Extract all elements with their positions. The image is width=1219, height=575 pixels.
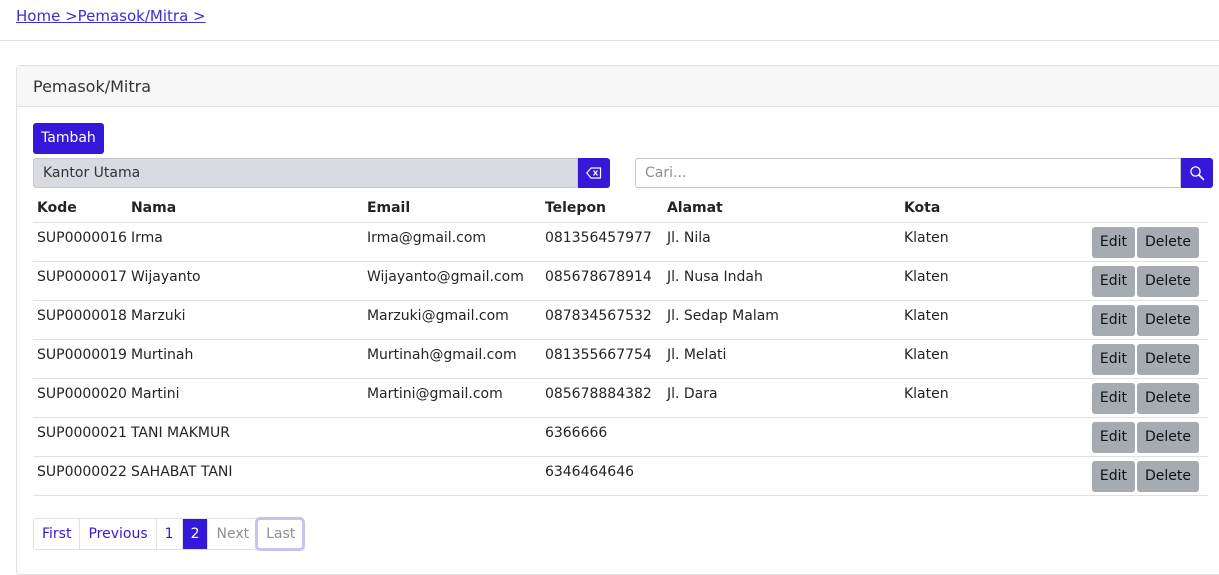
cell-email bbox=[362, 417, 541, 457]
delete-button[interactable]: Delete bbox=[1137, 227, 1199, 258]
cell-actions: Edit Delete bbox=[1049, 378, 1208, 418]
supplier-table: Kode Nama Email Telepon Alamat Kota SUP0… bbox=[33, 194, 1208, 496]
page-last[interactable]: Last bbox=[255, 517, 306, 551]
backspace-icon bbox=[586, 167, 602, 179]
breadcrumb-link[interactable]: Home >Pemasok/Mitra > bbox=[16, 7, 206, 25]
cell-alamat: Jl. Nusa Indah bbox=[662, 261, 900, 301]
header-divider bbox=[0, 40, 1219, 41]
cell-actions: Edit Delete bbox=[1049, 339, 1208, 379]
table-row: SUP0000016 Irma Irma@gmail.com 081356457… bbox=[33, 222, 1208, 262]
cell-alamat bbox=[662, 417, 900, 457]
clear-filter-button[interactable] bbox=[578, 158, 610, 188]
cell-actions: Edit Delete bbox=[1049, 417, 1208, 457]
cell-telepon: 085678678914 bbox=[540, 261, 663, 301]
cell-alamat: Jl. Nila bbox=[662, 222, 900, 262]
delete-button[interactable]: Delete bbox=[1137, 422, 1199, 453]
page-previous[interactable]: Previous bbox=[79, 519, 156, 549]
edit-button[interactable]: Edit bbox=[1091, 344, 1135, 375]
edit-button[interactable]: Edit bbox=[1091, 305, 1135, 336]
cell-kode: SUP0000021 bbox=[33, 417, 127, 457]
column-header-telepon: Telepon bbox=[540, 194, 663, 223]
table-row: SUP0000018 Marzuki Marzuki@gmail.com 087… bbox=[33, 300, 1208, 340]
cell-alamat: Jl. Sedap Malam bbox=[662, 300, 900, 340]
cell-kota: Klaten bbox=[899, 300, 1050, 340]
cell-telepon: 6366666 bbox=[540, 417, 663, 457]
cell-kota: Klaten bbox=[899, 222, 1050, 262]
column-header-kode: Kode bbox=[33, 194, 127, 223]
page-2-current[interactable]: 2 bbox=[181, 519, 208, 549]
cell-nama: Wijayanto bbox=[126, 261, 363, 301]
delete-button[interactable]: Delete bbox=[1137, 266, 1199, 297]
cell-kota: Klaten bbox=[899, 261, 1050, 301]
cell-kode: SUP0000022 bbox=[33, 456, 127, 496]
cell-email bbox=[362, 456, 541, 496]
cell-email: Martini@gmail.com bbox=[362, 378, 541, 418]
table-row: SUP0000021 TANI MAKMUR 6366666 Edit Delet… bbox=[33, 417, 1208, 457]
breadcrumb: Home >Pemasok/Mitra > bbox=[16, 7, 206, 25]
edit-button[interactable]: Edit bbox=[1091, 383, 1135, 414]
cell-alamat bbox=[662, 456, 900, 496]
column-header-kota: Kota bbox=[899, 194, 1050, 223]
cell-nama: Martini bbox=[126, 378, 363, 418]
pagination: First Previous 1 2 Next Last bbox=[33, 517, 306, 551]
page-next[interactable]: Next bbox=[207, 519, 258, 549]
cell-actions: Edit Delete bbox=[1049, 300, 1208, 340]
search-input[interactable] bbox=[635, 158, 1181, 188]
cell-alamat: Jl. Melati bbox=[662, 339, 900, 379]
cell-telepon: 081355667754 bbox=[540, 339, 663, 379]
cell-nama: TANI MAKMUR bbox=[126, 417, 363, 457]
edit-button[interactable]: Edit bbox=[1091, 227, 1135, 258]
cell-email: Wijayanto@gmail.com bbox=[362, 261, 541, 301]
cell-nama: Murtinah bbox=[126, 339, 363, 379]
table-header-row: Kode Nama Email Telepon Alamat Kota bbox=[33, 194, 1208, 223]
delete-button[interactable]: Delete bbox=[1137, 383, 1199, 414]
cell-nama: Marzuki bbox=[126, 300, 363, 340]
cell-kode: SUP0000017 bbox=[33, 261, 127, 301]
column-header-nama: Nama bbox=[126, 194, 363, 223]
edit-button[interactable]: Edit bbox=[1091, 266, 1135, 297]
cell-nama: SAHABAT TANI bbox=[126, 456, 363, 496]
cell-telepon: 6346464646 bbox=[540, 456, 663, 496]
search-icon bbox=[1190, 166, 1205, 181]
cell-kode: SUP0000019 bbox=[33, 339, 127, 379]
table-row: SUP0000022 SAHABAT TANI 6346464646 Edit D… bbox=[33, 456, 1208, 496]
card-title: Pemasok/Mitra bbox=[17, 66, 1219, 107]
table-row: SUP0000017 Wijayanto Wijayanto@gmail.com… bbox=[33, 261, 1208, 301]
cell-telepon: 085678884382 bbox=[540, 378, 663, 418]
table-row: SUP0000020 Martini Martini@gmail.com 085… bbox=[33, 378, 1208, 418]
page-first[interactable]: First bbox=[34, 519, 80, 549]
cell-nama: Irma bbox=[126, 222, 363, 262]
cell-kode: SUP0000018 bbox=[33, 300, 127, 340]
column-header-alamat: Alamat bbox=[662, 194, 900, 223]
cell-telepon: 081356457977 bbox=[540, 222, 663, 262]
cell-kota bbox=[899, 417, 1050, 457]
cell-kota: Klaten bbox=[899, 378, 1050, 418]
table-row: SUP0000019 Murtinah Murtinah@gmail.com 0… bbox=[33, 339, 1208, 379]
cell-actions: Edit Delete bbox=[1049, 456, 1208, 496]
cell-alamat: Jl. Dara bbox=[662, 378, 900, 418]
cell-kode: SUP0000016 bbox=[33, 222, 127, 262]
cell-actions: Edit Delete bbox=[1049, 261, 1208, 301]
delete-button[interactable]: Delete bbox=[1137, 344, 1199, 375]
search-button[interactable] bbox=[1181, 158, 1213, 188]
delete-button[interactable]: Delete bbox=[1137, 305, 1199, 336]
column-header-actions bbox=[1049, 194, 1208, 223]
cell-kota: Klaten bbox=[899, 339, 1050, 379]
cell-actions: Edit Delete bbox=[1049, 222, 1208, 262]
cell-telepon: 087834567532 bbox=[540, 300, 663, 340]
cell-kode: SUP0000020 bbox=[33, 378, 127, 418]
edit-button[interactable]: Edit bbox=[1091, 422, 1135, 453]
edit-button[interactable]: Edit bbox=[1091, 461, 1135, 492]
delete-button[interactable]: Delete bbox=[1137, 461, 1199, 492]
supplier-card: Pemasok/Mitra Tambah Kantor Utama Kode N… bbox=[16, 65, 1219, 575]
cell-email: Murtinah@gmail.com bbox=[362, 339, 541, 379]
column-header-email: Email bbox=[362, 194, 541, 223]
add-button[interactable]: Tambah bbox=[33, 123, 104, 154]
cell-kota bbox=[899, 456, 1050, 496]
cell-email: Irma@gmail.com bbox=[362, 222, 541, 262]
cell-email: Marzuki@gmail.com bbox=[362, 300, 541, 340]
branch-select[interactable]: Kantor Utama bbox=[33, 158, 578, 188]
page-1[interactable]: 1 bbox=[155, 519, 182, 549]
